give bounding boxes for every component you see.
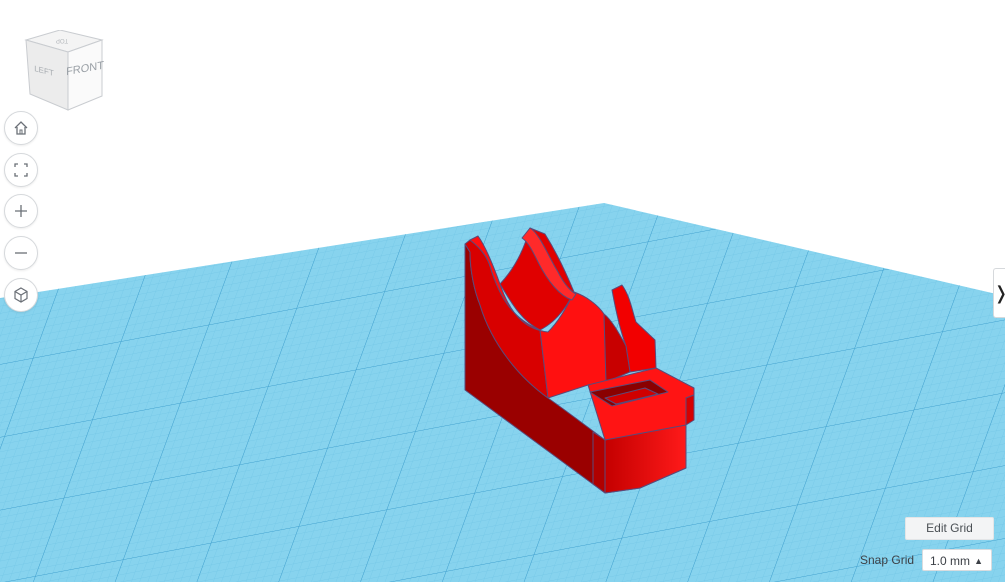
view-cube-top-label: TOP <box>56 37 68 43</box>
3d-scene[interactable] <box>0 0 1005 582</box>
3d-viewport[interactable]: FRONT LEFT TOP ❭ Edit Grid Snap Grid <box>0 0 1005 582</box>
snap-grid-value: 1.0 mm <box>930 554 971 568</box>
plus-icon <box>15 205 27 217</box>
side-panel-toggle[interactable]: ❭ <box>993 268 1005 318</box>
projection-button[interactable] <box>4 278 38 312</box>
zoom-in-button[interactable] <box>4 194 38 228</box>
caret-up-icon: ▲ <box>974 556 983 566</box>
zoom-out-button[interactable] <box>4 236 38 270</box>
edit-grid-button[interactable]: Edit Grid <box>905 517 994 540</box>
minus-icon <box>15 252 27 254</box>
fit-view-button[interactable] <box>4 153 38 187</box>
cube-icon <box>14 287 28 303</box>
chevron-right-icon: ❭ <box>993 283 1005 304</box>
home-icon <box>14 121 28 135</box>
view-cube[interactable]: FRONT LEFT TOP <box>22 30 108 116</box>
snap-grid-label: Snap Grid <box>860 553 915 567</box>
fit-frame-icon <box>14 163 28 177</box>
home-view-button[interactable] <box>4 111 38 145</box>
snap-grid-select[interactable]: 1.0 mm ▲ <box>922 549 992 571</box>
